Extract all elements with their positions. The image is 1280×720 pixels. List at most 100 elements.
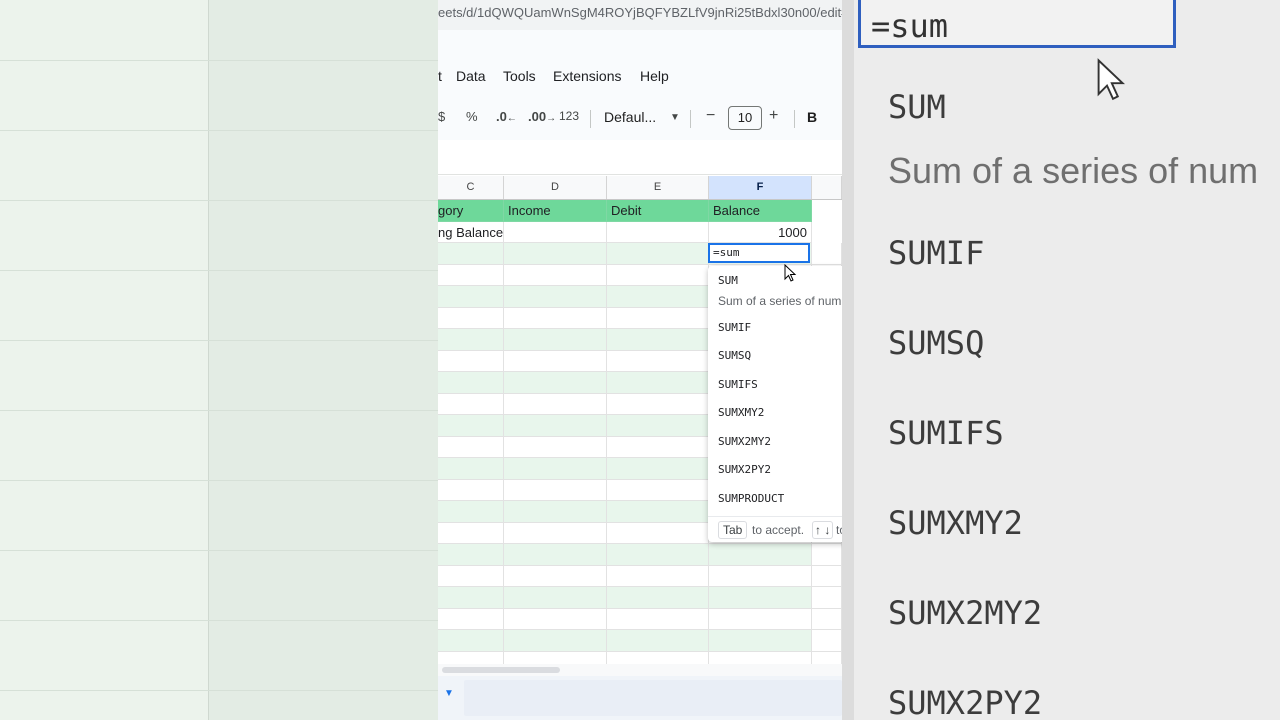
grid-cell[interactable] [607, 501, 709, 523]
grid-cell[interactable] [504, 436, 607, 458]
grid-cell[interactable] [438, 393, 504, 415]
grid-cell[interactable] [504, 608, 607, 630]
currency-format-button[interactable]: $ [438, 109, 445, 124]
grid-cell[interactable] [607, 630, 709, 652]
grid-cell[interactable] [504, 372, 607, 394]
grid-cell[interactable] [607, 243, 709, 265]
grid-cell[interactable] [607, 393, 709, 415]
sheet-list-caret-icon[interactable]: ▼ [444, 688, 454, 699]
grid-cell[interactable] [504, 565, 607, 587]
chevron-down-icon[interactable]: ▼ [670, 112, 680, 123]
column-header-g[interactable] [812, 176, 842, 199]
grid-cell[interactable] [504, 393, 607, 415]
formula-bar[interactable] [438, 144, 842, 175]
grid-cell[interactable] [504, 243, 607, 265]
grid-cell[interactable] [438, 264, 504, 286]
grid-cell[interactable] [438, 501, 504, 523]
grid-cell[interactable] [607, 350, 709, 372]
grid-cell[interactable] [607, 372, 709, 394]
grid-cell[interactable] [607, 544, 709, 566]
grid-cell[interactable] [504, 264, 607, 286]
grid-cell[interactable] [438, 458, 504, 480]
grid-cell[interactable] [812, 630, 842, 652]
grid-cell[interactable] [607, 522, 709, 544]
autocomplete-item-sumsq[interactable]: SUMSQ [718, 349, 751, 362]
increase-font-size-button[interactable]: + [769, 107, 778, 125]
grid-cell[interactable] [607, 608, 709, 630]
cell-opening-balance[interactable]: 1000 [709, 221, 812, 243]
grid-cell[interactable] [504, 501, 607, 523]
percent-format-button[interactable]: % [466, 109, 478, 124]
grid-cell[interactable] [607, 436, 709, 458]
grid-cell[interactable] [438, 286, 504, 308]
autocomplete-item-sumproduct[interactable]: SUMPRODUCT [718, 492, 784, 505]
grid-cell[interactable] [709, 608, 812, 630]
autocomplete-item-sumxmy2[interactable]: SUMXMY2 [718, 406, 764, 419]
grid-cell[interactable] [504, 522, 607, 544]
grid-cell[interactable] [504, 479, 607, 501]
grid-cell[interactable] [438, 350, 504, 372]
autocomplete-item-sumifs[interactable]: SUMIFS [718, 378, 758, 391]
grid-cell[interactable] [438, 522, 504, 544]
grid-cell[interactable] [607, 479, 709, 501]
header-cell-income[interactable]: Income [504, 200, 607, 222]
cell-opening-category[interactable]: ng Balance [438, 221, 504, 243]
column-header-e[interactable]: E [607, 176, 709, 199]
header-cell-category[interactable]: gory [438, 200, 504, 222]
grid-cell[interactable] [607, 587, 709, 609]
address-bar[interactable]: eets/d/1dQWQUamWnSgM4ROYjBQFYBZLfV9jnRi2… [438, 0, 842, 30]
grid-cell[interactable] [438, 329, 504, 351]
grid-cell[interactable] [438, 630, 504, 652]
grid-cell[interactable] [504, 415, 607, 437]
grid-cell[interactable] [438, 587, 504, 609]
decrease-decimal-button[interactable]: .0← [496, 109, 517, 124]
menu-item-extensions[interactable]: Extensions [553, 68, 621, 84]
menu-item-format[interactable]: t [438, 68, 442, 84]
grid-cell[interactable] [709, 587, 812, 609]
grid-cell[interactable] [438, 372, 504, 394]
decrease-font-size-button[interactable]: − [706, 107, 715, 125]
grid-cell[interactable] [812, 565, 842, 587]
autocomplete-item-sumx2py2[interactable]: SUMX2PY2 [718, 463, 771, 476]
header-cell-debit[interactable]: Debit [607, 200, 709, 222]
number-format-button[interactable]: 123 [559, 109, 579, 123]
grid-cell[interactable] [438, 243, 504, 265]
grid-cell[interactable] [812, 243, 842, 265]
grid-cell[interactable] [709, 630, 812, 652]
scrollbar-thumb[interactable] [442, 667, 560, 673]
grid-cell[interactable] [709, 544, 812, 566]
column-header-d[interactable]: D [504, 176, 607, 199]
autocomplete-item-sum[interactable]: SUM [718, 274, 738, 287]
grid-cell[interactable] [504, 458, 607, 480]
grid-cell[interactable] [438, 436, 504, 458]
grid-cell[interactable] [607, 286, 709, 308]
cell-opening-income[interactable] [504, 221, 607, 243]
grid-cell[interactable] [438, 479, 504, 501]
font-family-select[interactable]: Defaul... [604, 109, 656, 125]
grid-cell[interactable] [607, 329, 709, 351]
grid-cell[interactable] [504, 286, 607, 308]
grid-cell[interactable] [812, 544, 842, 566]
cell-opening-debit[interactable] [607, 221, 709, 243]
grid-cell[interactable] [607, 264, 709, 286]
grid-cell[interactable] [438, 415, 504, 437]
horizontal-scrollbar[interactable] [438, 664, 842, 676]
cell-editor-input[interactable]: =sum [708, 243, 810, 263]
autocomplete-item-sumx2my2[interactable]: SUMX2MY2 [718, 435, 771, 448]
grid-cell[interactable] [607, 565, 709, 587]
column-header-f[interactable]: F [709, 176, 812, 199]
grid-cell[interactable] [812, 587, 842, 609]
menu-item-help[interactable]: Help [640, 68, 669, 84]
grid-cell[interactable] [607, 458, 709, 480]
font-size-input[interactable]: 10 [728, 106, 762, 130]
increase-decimal-button[interactable]: .00→ [528, 109, 556, 124]
grid-cell[interactable] [504, 350, 607, 372]
bold-button[interactable]: B [807, 109, 817, 125]
menu-item-tools[interactable]: Tools [503, 68, 536, 84]
grid-cell[interactable] [504, 329, 607, 351]
grid-cell[interactable] [438, 608, 504, 630]
grid-cell[interactable] [504, 307, 607, 329]
grid-cell[interactable] [607, 415, 709, 437]
autocomplete-item-sumif[interactable]: SUMIF [718, 321, 751, 334]
column-header-c[interactable]: C [438, 176, 504, 199]
